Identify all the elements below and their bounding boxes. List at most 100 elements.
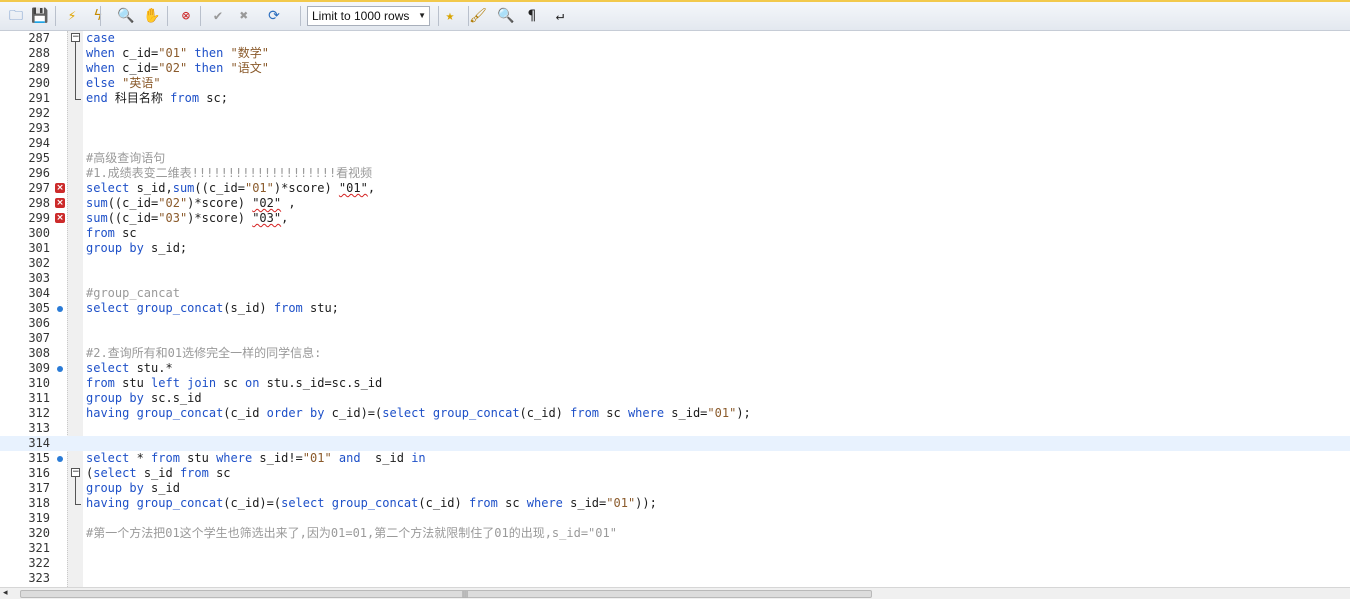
sql-keyword: group_concat: [136, 496, 224, 510]
sql-text: s_id=: [664, 406, 708, 420]
sql-text: 科目名称: [107, 91, 171, 105]
code-line[interactable]: 308 #2.查询所有和01选修完全一样的同学信息:: [0, 346, 1350, 361]
syntax-error-icon[interactable]: ×: [55, 198, 65, 208]
save-icon[interactable]: 💾: [30, 6, 50, 26]
code-line[interactable]: 314: [0, 436, 1350, 451]
line-number: 323: [28, 571, 50, 585]
line-number: 288: [28, 46, 50, 60]
sql-text: sc: [497, 496, 527, 510]
sql-keyword: end: [86, 91, 108, 105]
fold-collapse-icon[interactable]: −: [71, 468, 80, 477]
sql-keyword: where: [526, 496, 563, 510]
sql-keyword: order by: [266, 406, 325, 420]
execute-current-icon[interactable]: ϟ: [88, 6, 108, 26]
statement-marker-icon: [57, 366, 63, 372]
sql-keyword: having: [86, 496, 130, 510]
code-line[interactable]: 299 × sum((c_id="03")*score) "03",: [0, 211, 1350, 226]
line-number: 311: [28, 391, 50, 405]
code-line[interactable]: 323: [0, 571, 1350, 586]
code-line[interactable]: 313: [0, 421, 1350, 436]
sql-text: s_id=: [562, 496, 607, 510]
sql-text: )*score): [187, 196, 253, 210]
code-line[interactable]: 295 #高级查询语句: [0, 151, 1350, 166]
rollback-icon[interactable]: ✖: [234, 6, 254, 26]
sql-keyword: and: [338, 451, 361, 465]
wrap-lines-icon[interactable]: ↵: [550, 6, 570, 26]
beautify-icon[interactable]: 🖌: [468, 6, 488, 26]
toolbar-separator: [55, 6, 56, 26]
code-line[interactable]: 322: [0, 556, 1350, 571]
code-line[interactable]: 317 group by s_id: [0, 481, 1350, 496]
line-number: 292: [28, 106, 50, 120]
line-number: 302: [28, 256, 50, 270]
code-line[interactable]: 296 #1.成绩表变二维表!!!!!!!!!!!!!!!!!!!!看视频: [0, 166, 1350, 181]
code-line[interactable]: 318 having group_concat(c_id)=(select gro…: [0, 496, 1350, 511]
code-line[interactable]: 302: [0, 256, 1350, 271]
code-line[interactable]: 316 − (select s_id from sc: [0, 466, 1350, 481]
add-snippet-icon[interactable]: ★: [440, 6, 460, 26]
stop-icon[interactable]: ✋: [142, 6, 162, 26]
explain-magnifier-icon[interactable]: 🔍: [116, 6, 136, 26]
scroll-left-arrow-icon[interactable]: ◂: [3, 588, 8, 599]
code-text: having group_concat(c_id order by c_id)=…: [86, 406, 751, 421]
invisible-chars-icon[interactable]: ¶: [522, 6, 542, 26]
code-line[interactable]: 294: [0, 136, 1350, 151]
code-line[interactable]: 297 × select s_id,sum((c_id="01")*score) "…: [0, 181, 1350, 196]
sql-editor[interactable]: 287− case 288 when c_id="01" then "数学" 289 wh…: [0, 31, 1350, 587]
fold-end-mark: [75, 99, 81, 100]
sql-keyword: sum: [86, 211, 108, 225]
sql-keyword: sum: [172, 181, 195, 195]
code-line[interactable]: 287 − case: [0, 31, 1350, 46]
code-line[interactable]: 305 select group_concat(s_id) from stu;: [0, 301, 1350, 316]
code-line[interactable]: 288 when c_id="01" then "数学": [0, 46, 1350, 61]
code-line[interactable]: 289 when c_id="02" then "语文": [0, 61, 1350, 76]
code-line[interactable]: 301 group by s_id;: [0, 241, 1350, 256]
code-line[interactable]: 290 else "英语": [0, 76, 1350, 91]
code-line[interactable]: 311 group by sc.s_id: [0, 391, 1350, 406]
horizontal-scrollbar[interactable]: ◂ |||: [0, 587, 1350, 599]
code-line[interactable]: 320 #第一个方法把01这个学生也筛选出来了,因为01=01,第二个方法就限制住…: [0, 526, 1350, 541]
code-line[interactable]: 292: [0, 106, 1350, 121]
sql-text: (c_id)=(: [223, 496, 282, 510]
syntax-error-icon[interactable]: ×: [55, 213, 65, 223]
code-line[interactable]: 303: [0, 271, 1350, 286]
limit-rows-select[interactable]: Limit to 1000 rows ▼: [307, 6, 430, 26]
code-line[interactable]: 291 end 科目名称 from sc;: [0, 91, 1350, 106]
line-number: 298: [28, 196, 50, 210]
fold-guide: [75, 496, 76, 504]
fold-collapse-icon[interactable]: −: [71, 33, 80, 42]
code-line[interactable]: 309 select stu.*: [0, 361, 1350, 376]
code-line[interactable]: 300 from sc: [0, 226, 1350, 241]
sql-text: );: [736, 406, 751, 420]
code-line[interactable]: 310 from stu left join sc on stu.s_id=sc.…: [0, 376, 1350, 391]
code-line[interactable]: 319: [0, 511, 1350, 526]
toolbar-accent-line: [0, 0, 1350, 2]
scrollbar-thumb[interactable]: |||: [20, 590, 872, 598]
line-number: 299: [28, 211, 50, 225]
sql-text: ((c_id=: [107, 196, 159, 210]
code-line[interactable]: 307: [0, 331, 1350, 346]
code-text: group by s_id;: [86, 241, 187, 256]
code-line[interactable]: 306: [0, 316, 1350, 331]
sql-text: s_id!=: [252, 451, 303, 465]
sql-text: (c_id): [519, 406, 571, 420]
line-number: 300: [28, 226, 50, 240]
commit-icon[interactable]: ✔: [208, 6, 228, 26]
execute-lightning-icon[interactable]: ⚡: [62, 6, 82, 26]
fold-guide: [75, 46, 76, 61]
code-line[interactable]: 298 × sum((c_id="02")*score) "02" ,: [0, 196, 1350, 211]
toggle-continue-icon[interactable]: ⊗: [176, 6, 196, 26]
code-line[interactable]: 315 select * from stu where s_id!="01" an…: [0, 451, 1350, 466]
code-line[interactable]: 321: [0, 541, 1350, 556]
line-number: 294: [28, 136, 50, 150]
syntax-error-icon[interactable]: ×: [55, 183, 65, 193]
line-number: 297: [28, 181, 50, 195]
open-folder-icon[interactable]: 🗀: [6, 6, 26, 26]
code-text: select group_concat(s_id) from stu;: [86, 301, 339, 316]
code-line[interactable]: 304 #group_cancat: [0, 286, 1350, 301]
code-line[interactable]: 312 having group_concat(c_id order by c_i…: [0, 406, 1350, 421]
autocommit-icon[interactable]: ⟳: [264, 6, 284, 26]
find-icon[interactable]: 🔍: [496, 6, 516, 26]
code-line[interactable]: 293: [0, 121, 1350, 136]
